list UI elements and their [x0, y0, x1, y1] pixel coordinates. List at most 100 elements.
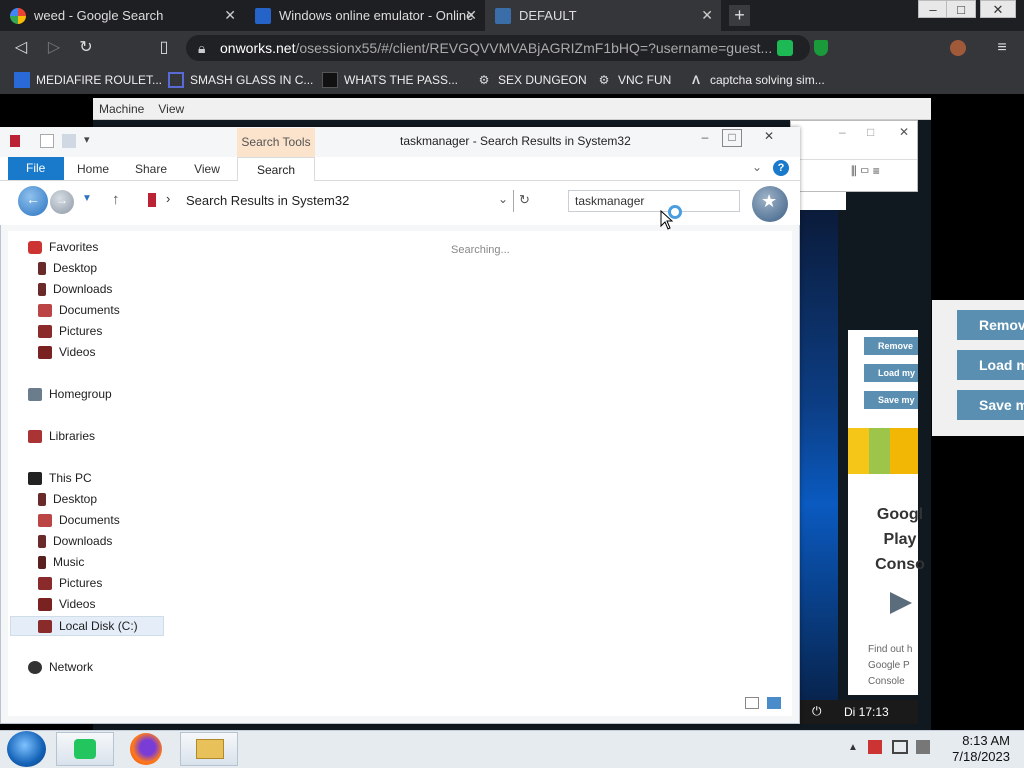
nav-pc-local-disk[interactable]: Local Disk (C:): [38, 616, 138, 636]
tab-share[interactable]: Share: [128, 157, 174, 181]
shield-icon[interactable]: [814, 40, 828, 56]
bookmark-item[interactable]: WHATS THE PASS...: [322, 65, 458, 94]
nav-network[interactable]: Network: [28, 657, 93, 677]
remove-button[interactable]: Remove: [864, 337, 918, 355]
address-dropdown-icon[interactable]: ⌄: [498, 192, 508, 206]
nav-favorites-downloads[interactable]: Downloads: [38, 279, 112, 299]
bookmark-item[interactable]: Λcaptcha solving sim...: [688, 65, 825, 94]
show-hidden-icons[interactable]: ▲: [848, 742, 858, 753]
nav-libraries[interactable]: Libraries: [28, 426, 95, 446]
nav-pc-music[interactable]: Music: [38, 552, 84, 572]
maximize-button[interactable]: □: [722, 129, 742, 147]
nav-favorites-videos[interactable]: Videos: [38, 342, 95, 362]
help-icon[interactable]: ?: [773, 160, 789, 176]
extension-green-icon[interactable]: [777, 40, 793, 56]
url-bar[interactable]: 🔒︎ onworks.net/osessionx55/#/client/REVG…: [186, 35, 810, 61]
search-star-button[interactable]: ★: [752, 186, 788, 222]
search-input[interactable]: taskmanager: [568, 190, 740, 212]
window-title: taskmanager - Search Results in System32: [400, 134, 631, 148]
nav-pc-videos[interactable]: Videos: [38, 594, 95, 614]
minimize-button[interactable]: –: [918, 0, 948, 18]
close-icon[interactable]: ✕: [899, 125, 909, 139]
nav-pc-pictures[interactable]: Pictures: [38, 573, 102, 593]
vm-clock: Di 17:13: [844, 705, 889, 719]
bookmark-item[interactable]: ⚙ SEX DUNGEON: [476, 65, 587, 94]
back-icon[interactable]: ◁: [12, 39, 30, 57]
tab-view[interactable]: View: [184, 157, 230, 181]
tab-file[interactable]: File: [8, 157, 64, 180]
bookmark-item[interactable]: SMASH GLASS IN C...: [168, 65, 313, 94]
chevron-down-icon[interactable]: ▾: [84, 133, 90, 146]
network-tray-icon[interactable]: [892, 740, 908, 754]
refresh-icon[interactable]: ↻: [519, 192, 530, 208]
nav-homegroup[interactable]: Homegroup: [28, 384, 112, 404]
bookmark-item[interactable]: ⚙ VNC FUN: [596, 65, 672, 94]
minimize-button[interactable]: –: [696, 130, 714, 148]
tab-windows-emulator[interactable]: Windows online emulator - Online ✕: [245, 0, 485, 31]
taskbar-app-explorer[interactable]: [180, 732, 238, 766]
nav-label: Pictures: [59, 324, 103, 338]
tab-default[interactable]: DEFAULT ✕: [485, 0, 721, 31]
new-folder-icon[interactable]: [62, 134, 76, 148]
searching-status: Searching...: [451, 244, 510, 256]
windows-wallpaper: [798, 210, 838, 700]
forward-icon[interactable]: ▷: [45, 39, 63, 57]
tab-home[interactable]: Home: [70, 157, 116, 181]
close-button[interactable]: ✕: [758, 129, 780, 147]
arrow-right-icon: →: [56, 193, 68, 207]
maximize-button[interactable]: □: [946, 0, 976, 18]
close-icon[interactable]: ✕: [701, 7, 713, 24]
start-button[interactable]: [7, 731, 46, 767]
forward-button[interactable]: →: [50, 190, 74, 214]
remove-button[interactable]: Remov: [957, 310, 1024, 340]
vm-menu-machine[interactable]: Machine: [99, 102, 144, 116]
speaker-icon[interactable]: [916, 740, 930, 754]
up-arrow-icon[interactable]: ↑: [112, 191, 120, 208]
details-view-icon[interactable]: [745, 697, 759, 709]
library-icons[interactable]: ⫼ ▭ ≡: [791, 159, 917, 181]
breadcrumb-chevron-icon[interactable]: ›: [166, 191, 170, 206]
properties-icon[interactable]: [40, 134, 54, 148]
recent-locations-icon[interactable]: ▼: [82, 193, 92, 204]
flag-icon[interactable]: [868, 740, 882, 754]
vm-menu-view[interactable]: View: [158, 102, 184, 116]
nav-pc-desktop[interactable]: Desktop: [38, 489, 97, 509]
ad-small-line: Console: [868, 676, 905, 687]
firefox-icon[interactable]: [130, 733, 162, 765]
save-button[interactable]: Save my: [864, 391, 918, 409]
network-icon: [28, 660, 42, 674]
avatar[interactable]: [950, 40, 966, 56]
back-button[interactable]: ←: [18, 186, 48, 216]
new-tab-button[interactable]: +: [729, 5, 750, 26]
expand-ribbon-icon[interactable]: ⌄: [752, 160, 762, 174]
close-window-button[interactable]: ✕: [980, 0, 1016, 18]
nav-pc-downloads[interactable]: Downloads: [38, 531, 112, 551]
load-button[interactable]: Load m: [957, 350, 1024, 380]
nav-this-pc[interactable]: This PC: [28, 468, 92, 488]
bookmark-icon[interactable]: ▯: [155, 39, 173, 57]
nav-pc-documents[interactable]: Documents: [38, 510, 120, 530]
load-button[interactable]: Load my: [864, 364, 918, 382]
nav-favorites-documents[interactable]: Documents: [38, 300, 120, 320]
nav-favorites[interactable]: Favorites: [28, 237, 98, 257]
nav-favorites-pictures[interactable]: Pictures: [38, 321, 102, 341]
power-icon[interactable]: ⏻: [812, 704, 822, 719]
taskbar-app-notes[interactable]: [56, 732, 114, 766]
desktop-icon: [38, 492, 46, 506]
minimize-icon[interactable]: –: [839, 125, 846, 139]
tab-search[interactable]: Search: [237, 157, 315, 181]
vm-menu-bar: Machine View: [93, 98, 931, 120]
bookmark-icon: [168, 71, 184, 88]
large-icons-view-icon[interactable]: [767, 697, 781, 709]
close-icon[interactable]: ✕: [465, 7, 477, 24]
address-path[interactable]: Search Results in System32: [186, 190, 486, 212]
taskbar-clock[interactable]: 8:13 AM 7/18/2023: [930, 733, 1010, 765]
reload-icon[interactable]: ↻: [77, 39, 95, 57]
maximize-icon[interactable]: □: [867, 125, 874, 139]
tab-google-search[interactable]: weed - Google Search ✕: [0, 0, 244, 31]
save-button[interactable]: Save m: [957, 390, 1024, 420]
bookmark-item[interactable]: MEDIAFIRE ROULET...: [14, 65, 162, 94]
nav-favorites-desktop[interactable]: Desktop: [38, 258, 97, 278]
menu-icon[interactable]: ≡: [993, 39, 1011, 57]
close-icon[interactable]: ✕: [224, 7, 236, 24]
